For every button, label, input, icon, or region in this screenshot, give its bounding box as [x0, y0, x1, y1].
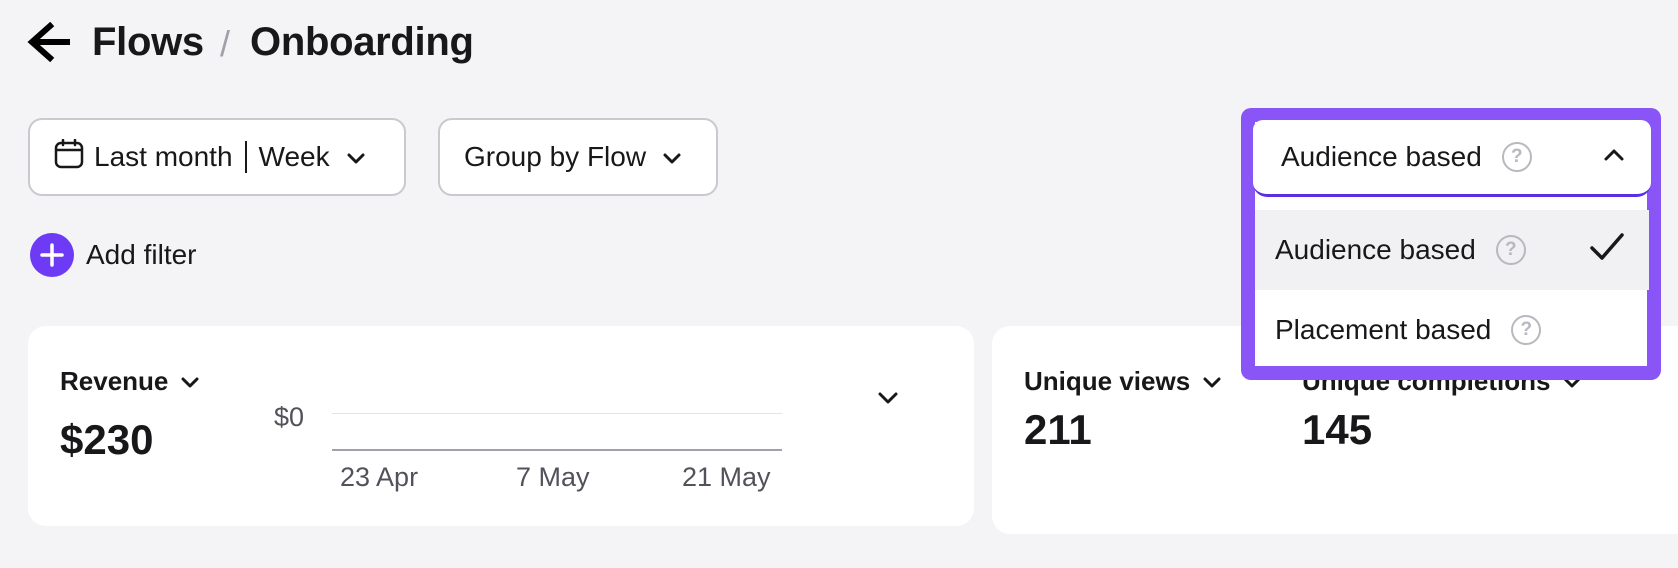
help-icon[interactable]: ?: [1501, 142, 1532, 172]
group-by-label: Group by Flow: [464, 141, 647, 172]
add-filter-label: Add filter: [86, 239, 197, 270]
revenue-metric-selector[interactable]: Revenue: [60, 366, 200, 397]
breadcrumb-flows[interactable]: Flows: [92, 18, 204, 66]
gridline: [332, 413, 782, 414]
help-icon[interactable]: ?: [1511, 315, 1542, 345]
option-label: Audience based: [1275, 234, 1476, 265]
plus-icon: [30, 233, 74, 277]
back-arrow-icon[interactable]: [26, 21, 72, 63]
interval-label: Week: [258, 141, 330, 172]
unique-views-selector[interactable]: Unique views: [1024, 366, 1222, 397]
x-tick-label: 21 May: [682, 462, 771, 492]
chevron-down-icon: [180, 366, 200, 397]
revenue-card: Revenue $230 $0 23 Apr 7 May 21 May: [28, 326, 974, 526]
group-by-button[interactable]: Group by Flow: [438, 118, 718, 196]
breadcrumb-separator: /: [220, 23, 231, 64]
chevron-up-icon: [1603, 148, 1625, 167]
help-icon[interactable]: ?: [1495, 235, 1526, 265]
unique-views-value: 211: [1024, 406, 1092, 453]
option-label: Placement based: [1275, 314, 1492, 345]
chevron-down-icon: [346, 141, 366, 173]
expand-chevron-icon[interactable]: [876, 390, 900, 411]
unique-views-title: Unique views: [1024, 366, 1191, 396]
chevron-down-icon: [1202, 366, 1222, 397]
attribution-option-placement[interactable]: Placement based ?: [1255, 290, 1649, 370]
x-axis-line: [332, 449, 782, 451]
add-filter-button[interactable]: Add filter: [30, 232, 197, 278]
y-tick-label: $0: [274, 402, 305, 432]
date-range-button[interactable]: Last month Week: [28, 118, 406, 196]
chevron-down-icon: [662, 141, 682, 173]
checkmark-icon: [1589, 232, 1625, 269]
x-tick-label: 7 May: [516, 462, 590, 492]
page-title: Onboarding: [250, 20, 474, 64]
date-range-label: Last month: [94, 141, 233, 172]
divider: [244, 141, 247, 173]
attribution-selected-label: Audience based: [1281, 141, 1482, 172]
unique-completions-value: 145: [1302, 406, 1373, 453]
revenue-title: Revenue: [60, 366, 169, 396]
revenue-value: $230: [60, 416, 154, 463]
x-tick-label: 23 Apr: [340, 462, 419, 492]
attribution-option-audience[interactable]: Audience based ?: [1255, 210, 1649, 290]
attribution-dropdown-trigger[interactable]: Audience based ?: [1253, 120, 1651, 197]
calendar-icon: [54, 138, 84, 176]
